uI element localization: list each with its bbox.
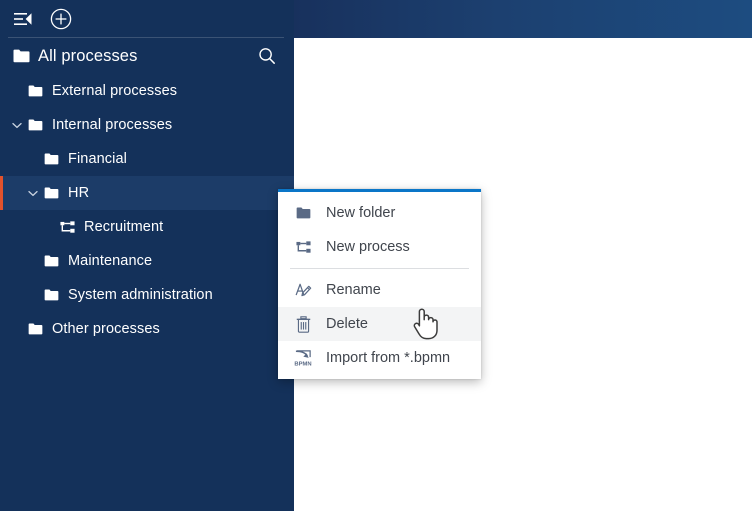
sidebar-item-label: Financial — [68, 151, 127, 167]
app-root: All processes External processes Internal… — [0, 0, 752, 511]
sidebar-item-label: Other processes — [52, 321, 160, 337]
folder-icon — [42, 187, 60, 199]
chevron-down-icon — [28, 190, 38, 197]
sidebar-item-external-processes[interactable]: External processes — [0, 74, 294, 108]
sidebar-item-label: All processes — [38, 46, 138, 65]
rename-pencil-icon — [293, 282, 313, 299]
search-icon[interactable] — [254, 43, 280, 69]
menu-item-new-process[interactable]: New process — [278, 230, 481, 264]
folder-icon — [26, 119, 44, 131]
menu-item-label: Rename — [326, 282, 381, 298]
folder-icon — [26, 323, 44, 335]
menu-item-import-from-bpmn[interactable]: BPMN Import from *.bpmn — [278, 341, 481, 375]
menu-item-label: New folder — [326, 205, 396, 221]
menu-item-delete[interactable]: Delete — [278, 307, 481, 341]
sidebar-item-label: HR — [68, 185, 90, 201]
folder-icon — [42, 255, 60, 267]
process-tree: External processes Internal processes Fina… — [0, 74, 294, 346]
menu-item-new-folder[interactable]: New folder — [278, 196, 481, 230]
sidebar-item-other-processes[interactable]: Other processes — [0, 312, 294, 346]
menu-item-rename[interactable]: Rename — [278, 273, 481, 307]
menu-item-label: Import from *.bpmn — [326, 350, 451, 366]
process-icon — [293, 240, 313, 254]
folder-icon — [42, 153, 60, 165]
sidebar-item-internal-processes[interactable]: Internal processes — [0, 108, 294, 142]
sidebar-topbar — [0, 0, 294, 38]
chevron-down-icon[interactable] — [10, 122, 24, 129]
sidebar-item-hr[interactable]: HR — [0, 176, 294, 210]
menu-item-label: Delete — [326, 316, 368, 332]
chevron-down-icon — [12, 122, 22, 129]
sidebar-item-maintenance[interactable]: Maintenance — [0, 244, 294, 278]
plus-circle-icon[interactable] — [46, 4, 76, 34]
trash-icon — [293, 315, 313, 333]
sidebar-item-system-administration[interactable]: System administration — [0, 278, 294, 312]
sidebar-item-label: Maintenance — [68, 253, 153, 269]
chevron-down-icon[interactable] — [26, 190, 40, 197]
sidebar-item-label: Recruitment — [84, 219, 164, 235]
sidebar-item-recruitment[interactable]: Recruitment — [0, 210, 294, 244]
folder-icon — [293, 207, 313, 219]
folder-icon — [12, 49, 30, 63]
sidebar-item-financial[interactable]: Financial — [0, 142, 294, 176]
main-header-bar — [294, 0, 752, 38]
sidebar-item-label: Internal processes — [52, 117, 173, 133]
sidebar-item-label: System administration — [68, 287, 213, 303]
sidebar: All processes External processes Internal… — [0, 0, 294, 511]
import-bpmn-icon: BPMN — [293, 349, 313, 367]
folder-icon — [26, 85, 44, 97]
menu-separator — [290, 268, 469, 269]
svg-text:BPMN: BPMN — [294, 361, 311, 367]
menu-item-label: New process — [326, 239, 410, 255]
sidebar-item-label: External processes — [52, 83, 178, 99]
folder-icon — [42, 289, 60, 301]
process-icon — [58, 220, 76, 234]
context-menu: New folder New process Rename Delete BPMN Imp… — [278, 189, 481, 379]
sidebar-item-all-processes[interactable]: All processes — [0, 38, 294, 74]
collapse-menu-icon[interactable] — [8, 4, 38, 34]
